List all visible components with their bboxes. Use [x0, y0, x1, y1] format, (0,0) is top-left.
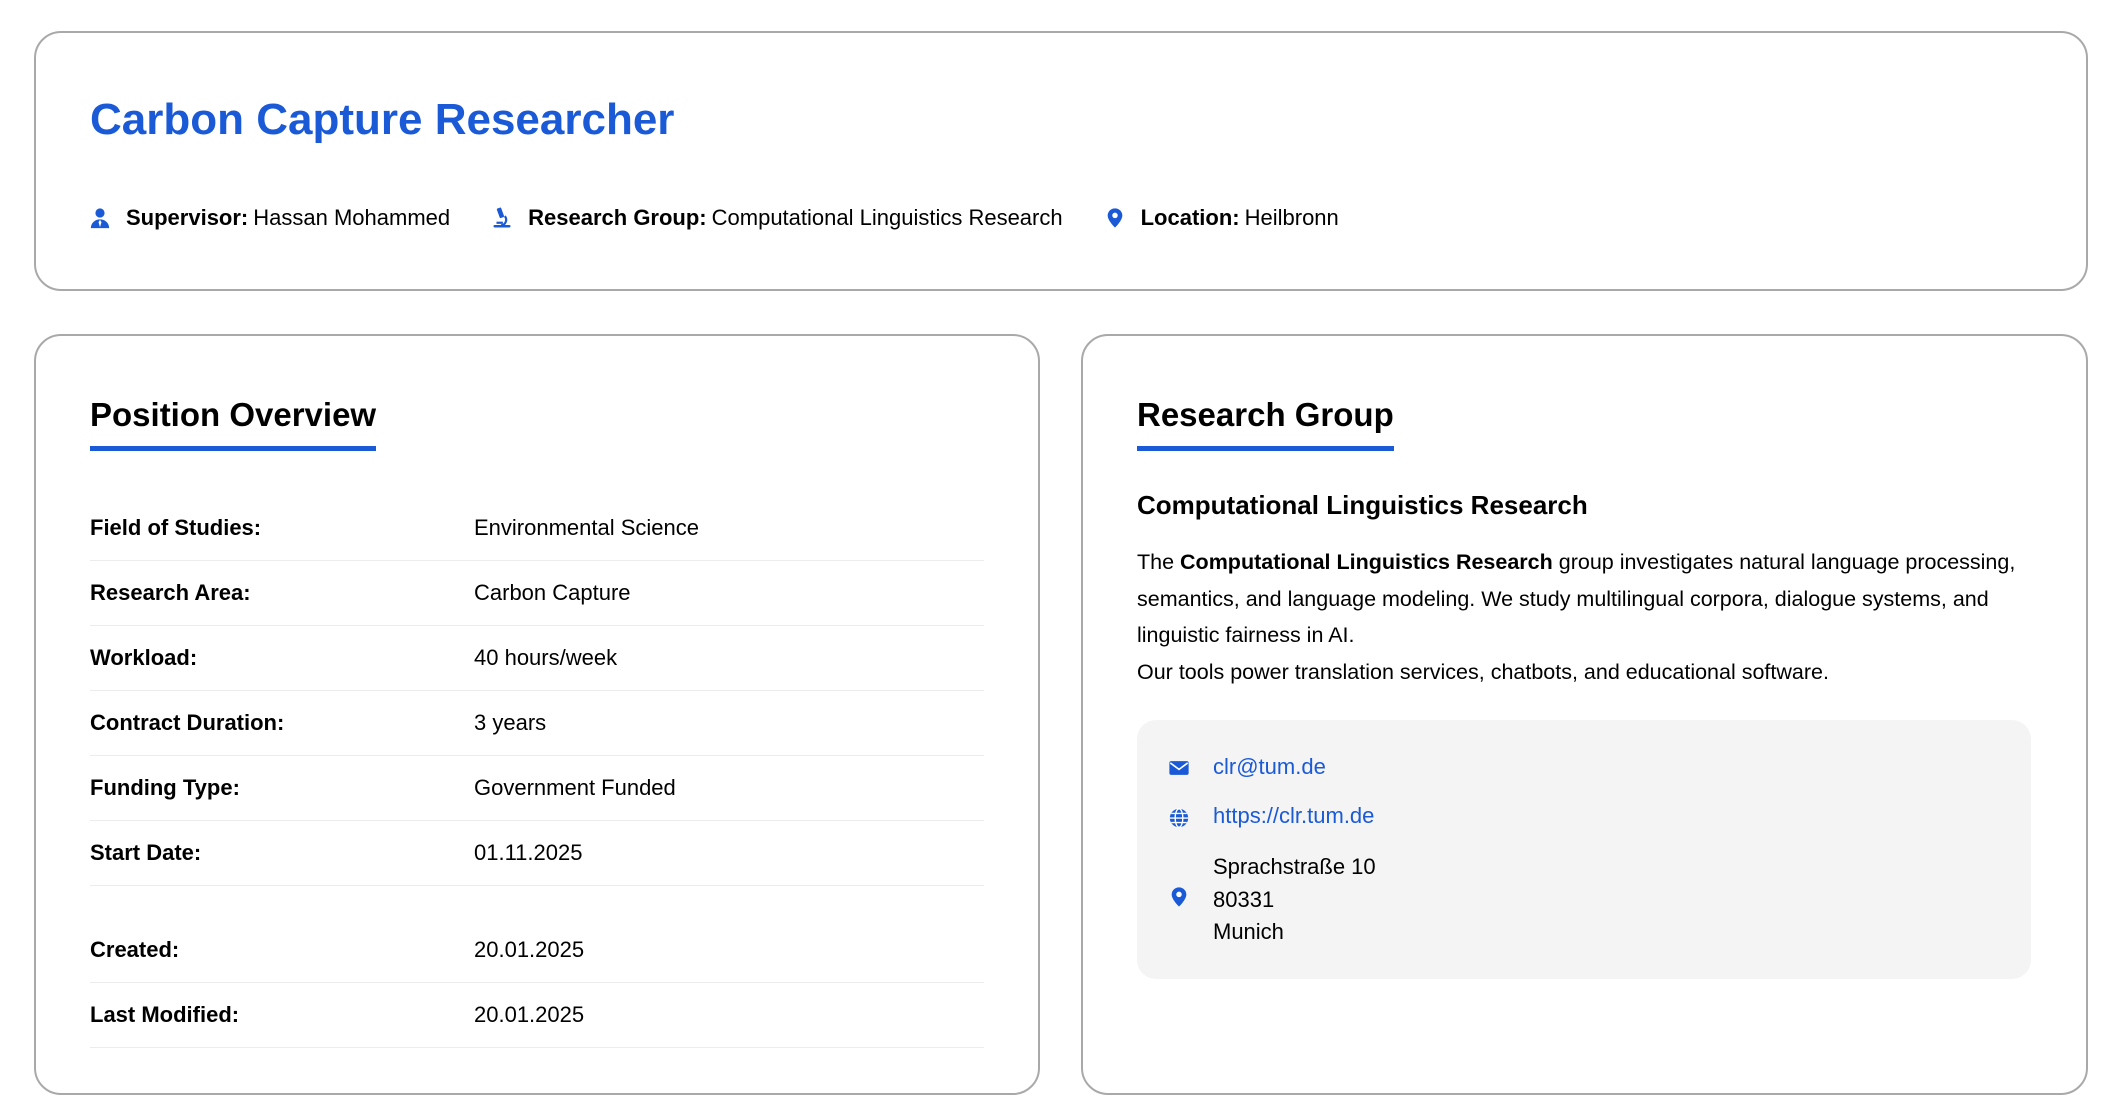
meta-location: Location: Heilbronn — [1103, 205, 1339, 231]
research-group-description: The Computational Linguistics Research g… — [1137, 544, 2037, 690]
address-street: Sprachstraße 10 — [1213, 854, 1376, 879]
address-zip: 80331 — [1213, 886, 1275, 912]
row-value: 01.11.2025 — [474, 840, 583, 865]
research-group-card: Research Group Computational Linguistics… — [1081, 334, 2088, 1095]
description-group-name: Computational Linguistics Research — [1180, 550, 1553, 574]
position-meta: Supervisor: Hassan Mohammed Research Gro… — [88, 205, 1379, 231]
location-value: Heilbronn — [1244, 205, 1339, 230]
contact-website-row: https://clr.tum.de — [1167, 803, 1374, 830]
contact-box: clr@tum.de https://clr.tum.de Sprachstra… — [1137, 720, 2031, 979]
user-tie-icon — [88, 206, 112, 230]
row-value: 20.01.2025 — [474, 1002, 585, 1027]
position-overview-title: Position Overview — [90, 396, 377, 451]
row-label: Funding Type: — [90, 775, 240, 800]
globe-icon — [1167, 806, 1191, 830]
overview-table: Field of Studies: Environmental Science … — [90, 496, 984, 1048]
description-prefix: The — [1137, 550, 1181, 574]
location-label: Location: — [1140, 205, 1240, 230]
row-value: Government Funded — [474, 775, 676, 800]
supervisor-label: Supervisor: — [126, 205, 249, 230]
row-label: Last Modified: — [90, 1002, 240, 1027]
meta-supervisor: Supervisor: Hassan Mohammed — [88, 205, 450, 231]
page-title: Carbon Capture Researcher — [90, 95, 675, 144]
position-overview-card: Position Overview Field of Studies: Envi… — [34, 334, 1040, 1095]
table-row: Created: 20.01.2025 — [90, 918, 984, 983]
contact-email-link[interactable]: clr@tum.de — [1213, 754, 1326, 780]
table-row: Last Modified: 20.01.2025 — [90, 983, 984, 1048]
table-row: Research Area: Carbon Capture — [90, 561, 984, 626]
table-row: Workload: 40 hours/week — [90, 626, 984, 691]
contact-email-row: clr@tum.de — [1167, 754, 1326, 780]
address-city: Munich — [1213, 919, 1284, 944]
row-label: Field of Studies: — [90, 515, 262, 540]
table-row: Start Date: 01.11.2025 — [90, 821, 984, 886]
research-group-name: Computational Linguistics Research — [1137, 490, 1588, 520]
contact-address: Sprachstraße 10 80331 Munich — [1213, 851, 1376, 949]
contact-website-link[interactable]: https://clr.tum.de — [1213, 803, 1374, 829]
table-row: Field of Studies: Environmental Science — [90, 496, 984, 561]
row-label: Start Date: — [90, 840, 202, 865]
row-value: 40 hours/week — [474, 645, 618, 670]
row-value: Environmental Science — [474, 515, 700, 540]
row-label: Workload: — [90, 645, 198, 670]
meta-research-group: Research Group: Computational Linguistic… — [490, 205, 1063, 231]
position-header-card: Carbon Capture Researcher Supervisor: Ha… — [34, 31, 2088, 291]
research-group-title: Research Group — [1137, 396, 1394, 451]
envelope-icon — [1167, 756, 1191, 780]
table-row: Contract Duration: 3 years — [90, 691, 984, 756]
row-value: 3 years — [474, 710, 547, 735]
row-label: Created: — [90, 937, 180, 962]
description-text-line2: Our tools power translation services, ch… — [1137, 659, 1829, 684]
microscope-icon — [490, 206, 514, 230]
contact-address-row: Sprachstraße 10 80331 Munich — [1167, 851, 1376, 949]
research-group-label: Research Group: — [528, 205, 707, 230]
research-group-value: Computational Linguistics Research — [711, 205, 1063, 230]
supervisor-value: Hassan Mohammed — [253, 205, 451, 230]
row-label: Contract Duration: — [90, 710, 285, 735]
row-value: 20.01.2025 — [474, 937, 585, 962]
map-pin-icon — [1167, 885, 1191, 909]
row-value: Carbon Capture — [474, 580, 631, 605]
map-pin-icon — [1103, 206, 1127, 230]
table-row: Funding Type: Government Funded — [90, 756, 984, 821]
row-label: Research Area: — [90, 580, 251, 605]
